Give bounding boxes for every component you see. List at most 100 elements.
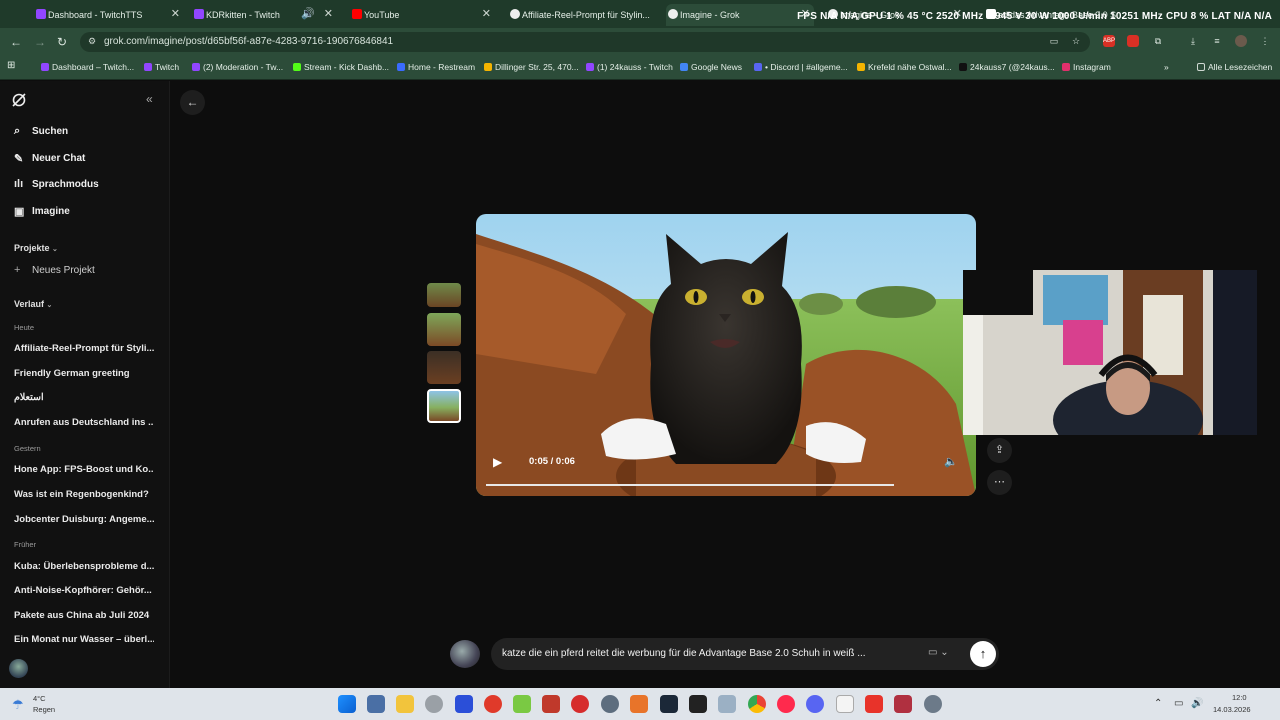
weather-rain-icon[interactable]: ☂: [12, 697, 24, 713]
bookmark-item[interactable]: Twitch: [144, 62, 179, 72]
prompt-text[interactable]: katze die ein pferd reitet die werbung f…: [502, 648, 912, 659]
bookmark-item[interactable]: • Discord | #allgeme...: [754, 62, 848, 72]
cast-icon[interactable]: ▭: [1048, 35, 1060, 47]
video-thumbnail[interactable]: [427, 313, 461, 346]
menu-icon[interactable]: ⋮: [1259, 35, 1271, 47]
settings-icon[interactable]: [924, 695, 942, 713]
share-button[interactable]: ⇪: [987, 438, 1012, 463]
grok-logo-icon[interactable]: [11, 92, 27, 108]
forward-icon[interactable]: →: [34, 35, 46, 49]
collapse-sidebar-icon[interactable]: «: [146, 92, 153, 106]
new-project-button[interactable]: + Neues Projekt: [14, 264, 95, 276]
bookmark-item[interactable]: Krefeld nähe Ostwal...: [857, 62, 952, 72]
more-options-button[interactable]: ⋯: [987, 470, 1012, 495]
history-item[interactable]: Was ist ein Regenbogenkind?: [14, 489, 154, 500]
app-stack-icon[interactable]: [513, 695, 531, 713]
extensions-icon[interactable]: ⧉: [1152, 35, 1164, 47]
bookmark-item[interactable]: Stream - Kick Dashb...: [293, 62, 389, 72]
bookmark-item[interactable]: Instagram: [1062, 62, 1111, 72]
mouse-app-icon[interactable]: [425, 695, 443, 713]
volume-button[interactable]: 🔈: [944, 455, 958, 468]
play-button[interactable]: ▶: [493, 455, 502, 469]
app-orange-icon[interactable]: [630, 695, 648, 713]
bookmark-item[interactable]: Home - Restream: [397, 62, 475, 72]
document-icon[interactable]: [836, 695, 854, 713]
url-field[interactable]: ⚙ grok.com/imagine/post/d65bf56f-a87e-42…: [80, 32, 1090, 52]
history-item[interactable]: Jobcenter Duisburg: Angeme...: [14, 514, 154, 525]
prompt-input[interactable]: katze die ein pferd reitet die werbung f…: [491, 638, 999, 670]
sidebar-item-imagine[interactable]: ▣ Imagine: [14, 206, 70, 218]
close-icon[interactable]: ✕: [482, 7, 491, 20]
clock-time[interactable]: 12:0: [1232, 693, 1247, 702]
speaker-icon[interactable]: 🔊: [301, 7, 315, 20]
video-thumbnail-selected[interactable]: [427, 389, 461, 423]
user-avatar[interactable]: [9, 659, 28, 678]
back-icon[interactable]: ←: [10, 35, 22, 49]
history-item[interactable]: Hone App: FPS-Boost und Ko...: [14, 464, 154, 475]
tab-youtube[interactable]: YouTube ✕: [350, 4, 495, 26]
history-item[interactable]: Pakete aus China ab Juli 2024: [14, 610, 154, 621]
history-item[interactable]: Anrufen aus Deutschland ins ...: [14, 417, 154, 428]
discord-icon[interactable]: [806, 695, 824, 713]
app-red-bird-icon[interactable]: [865, 695, 883, 713]
sidebar-item-voice-mode[interactable]: ılı Sprachmodus: [14, 178, 99, 190]
steam-icon[interactable]: [660, 695, 678, 713]
tab-imagine-grok-active[interactable]: Imagine - Grok ✕: [666, 4, 814, 26]
app-red-icon[interactable]: [484, 695, 502, 713]
history-item[interactable]: Anti-Noise-Kopfhörer: Gehör...: [14, 585, 154, 596]
history-item[interactable]: Ein Monat nur Wasser – überl...: [14, 634, 154, 645]
video-player[interactable]: [476, 214, 976, 496]
close-icon[interactable]: ✕: [324, 7, 333, 20]
tab-affiliate-prompt[interactable]: Affiliate-Reel-Prompt für Stylin...: [508, 4, 658, 26]
star-icon[interactable]: ☆: [1070, 35, 1082, 47]
profile-avatar-icon[interactable]: [1235, 35, 1247, 47]
sidebar-item-new-chat[interactable]: ✎ Neuer Chat: [14, 153, 85, 165]
video-thumbnail[interactable]: [427, 283, 461, 307]
windows-start-icon[interactable]: [338, 695, 356, 713]
sidebar-item-search[interactable]: ⌕ Suchen: [14, 125, 68, 137]
adblock-icon[interactable]: ABP: [1103, 35, 1115, 47]
download-icon[interactable]: ⤓: [1187, 35, 1199, 47]
history-item[interactable]: Affiliate-Reel-Prompt für Styli...: [14, 343, 154, 354]
history-item[interactable]: Friendly German greeting: [14, 368, 154, 379]
obs-icon[interactable]: [601, 695, 619, 713]
bookmark-item[interactable]: Google News: [680, 62, 742, 72]
opera-icon[interactable]: [777, 695, 795, 713]
bookmark-item[interactable]: 24kauss7 (@24kaus...: [959, 62, 1055, 72]
history-item[interactable]: استعلام: [14, 392, 154, 403]
file-explorer-icon[interactable]: [396, 695, 414, 713]
close-icon[interactable]: ✕: [171, 7, 180, 20]
projects-header[interactable]: Projekte ⌄: [14, 243, 58, 253]
history-header[interactable]: Verlauf ⌄: [14, 299, 52, 309]
bookmarks-overflow-icon[interactable]: »: [1164, 62, 1169, 72]
video-mode-dropdown[interactable]: ▭ ⌄: [928, 647, 949, 658]
extension-red-icon[interactable]: [1127, 35, 1139, 47]
tab-dashboard-twitchtts[interactable]: Dashboard - TwitchTTS ✕: [34, 4, 184, 26]
bookmark-item[interactable]: Dillinger Str. 25, 470...: [484, 62, 579, 72]
app-record-icon[interactable]: [571, 695, 589, 713]
bookmark-item[interactable]: Dashboard – Twitch...: [41, 62, 134, 72]
voicemod-icon[interactable]: [542, 695, 560, 713]
back-button[interactable]: ←: [180, 90, 205, 115]
app-v-icon[interactable]: [455, 695, 473, 713]
tab-kdrkitten[interactable]: KDRkitten - Twitch 🔊 ✕: [192, 4, 337, 26]
notepad-icon[interactable]: [367, 695, 385, 713]
chrome-icon[interactable]: [748, 695, 766, 713]
video-thumbnail[interactable]: [427, 351, 461, 384]
voicemod-2-icon[interactable]: [894, 695, 912, 713]
network-icon[interactable]: ▭: [1174, 698, 1183, 709]
clock-date[interactable]: 14.03.2026: [1213, 705, 1251, 714]
reload-icon[interactable]: ↻: [57, 35, 67, 49]
bookmark-item[interactable]: (2) Moderation - Tw...: [192, 62, 283, 72]
all-bookmarks[interactable]: Alle Lesezeichen: [1197, 62, 1272, 72]
app-gear-icon[interactable]: [718, 695, 736, 713]
media-control-icon[interactable]: ≡: [1211, 35, 1223, 47]
send-button[interactable]: ↑: [970, 641, 996, 667]
tray-expand-icon[interactable]: ⌃: [1154, 698, 1162, 709]
video-progress-bar[interactable]: [486, 484, 894, 486]
epic-games-icon[interactable]: [689, 695, 707, 713]
history-item[interactable]: Kuba: Überlebensprobleme d...: [14, 561, 154, 572]
bookmark-item[interactable]: (1) 24kauss - Twitch: [586, 62, 673, 72]
volume-icon[interactable]: 🔊: [1191, 698, 1203, 709]
site-info-icon[interactable]: ⚙: [88, 36, 96, 47]
